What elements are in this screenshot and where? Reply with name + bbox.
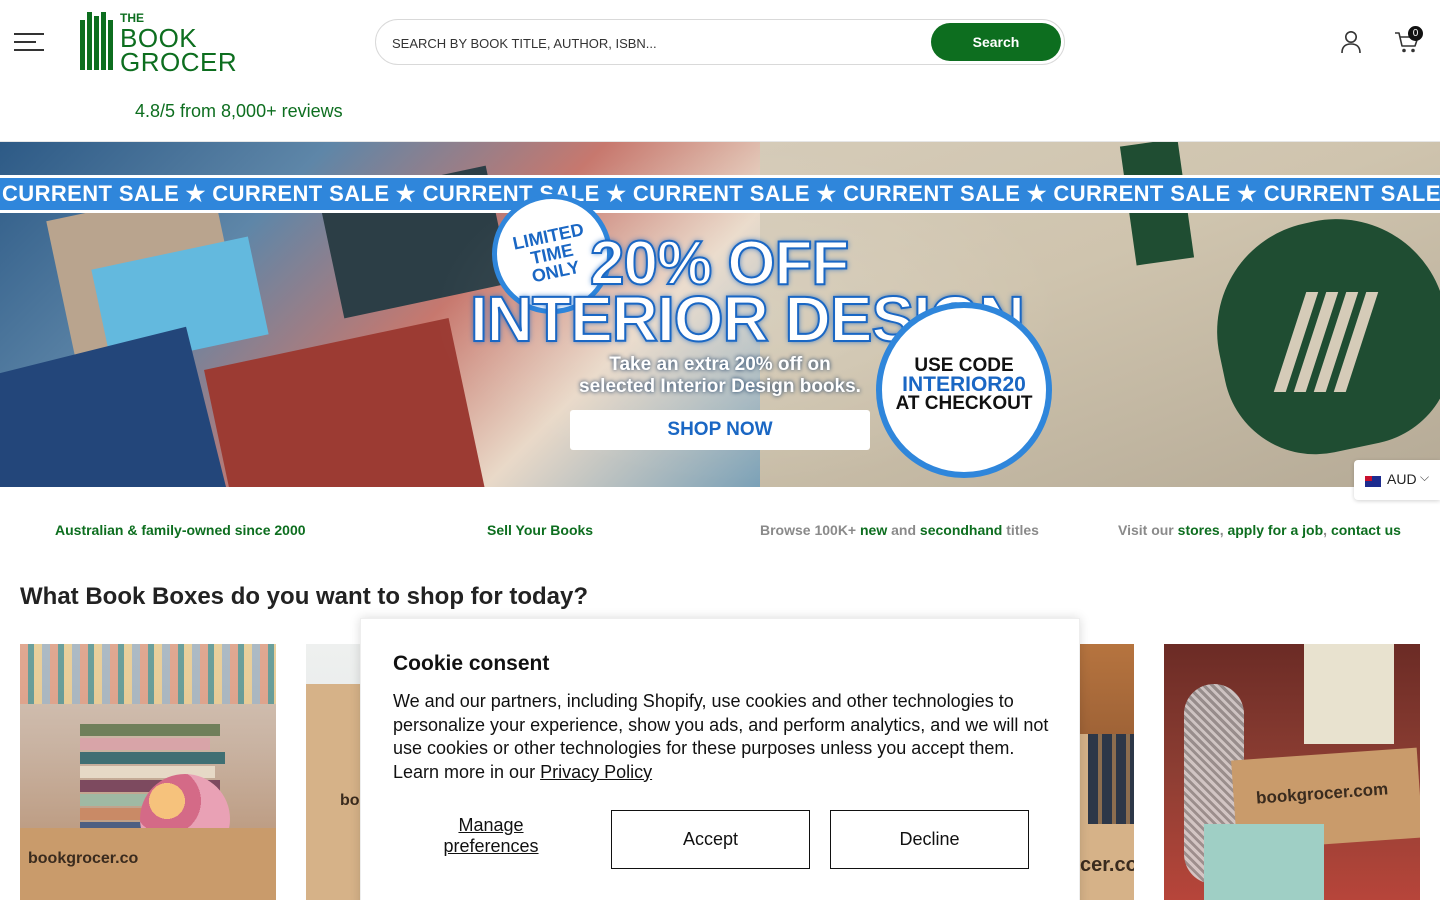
logo-wordmark: THE BOOK GROCER [120,12,237,75]
promo-banner[interactable]: CURRENT SALE ★ CURRENT SALE ★ CURRENT SA… [0,142,1440,487]
manage-preferences-button[interactable]: Manage preferences [411,815,571,857]
usp-family-owned-text: Australian & family-owned since 2000 [55,522,306,538]
chevron-down-icon: ⌵ [1420,470,1430,484]
tile-box-label: cer.co [1080,854,1134,876]
cookie-message: We and our partners, including Shopify, … [393,690,1053,784]
tile-gift-image [1204,824,1324,900]
privacy-policy-link[interactable]: Privacy Policy [540,762,652,782]
decline-button[interactable]: Decline [830,810,1029,869]
account-icon[interactable] [1340,30,1362,54]
page: THE BOOK GROCER 4.8/5 from 8,000+ review… [0,0,1440,900]
banner-subtext: Take an extra 20% off on selected Interi… [560,354,880,398]
usp-family-owned[interactable]: Australian & family-owned since 2000 [55,522,306,538]
promo-code-value: INTERIOR20 [902,373,1026,396]
banner-subtext-line-2: selected Interior Design books. [579,376,861,397]
usp-visit: Visit our stores, apply for a job, conta… [1118,522,1401,538]
sale-ticker-text: CURRENT SALE ★ CURRENT SALE ★ CURRENT SA… [2,181,1440,206]
menu-icon[interactable] [14,30,46,52]
contact-us-link[interactable]: contact us [1331,522,1401,538]
site-header: THE BOOK GROCER 4.8/5 from 8,000+ review… [0,0,1440,142]
usp-browse-titles: Browse 100K+ new and secondhand titles [760,522,1039,538]
section-title: What Book Boxes do you want to shop for … [20,583,588,610]
cookie-message-text: We and our partners, including Shopify, … [393,691,1049,782]
tile-box-label: bo [340,792,360,809]
apply-job-link[interactable]: apply for a job [1227,522,1323,538]
logo-bars-icon [80,12,116,70]
promo-code-line-3: AT CHECKOUT [895,393,1033,414]
tile-box-label: bookgrocer.co [28,850,139,867]
search-button[interactable]: Search [931,23,1061,61]
tile-bookshelf-image [20,644,276,704]
cart-count-badge: 0 [1408,26,1423,41]
sale-ticker: CURRENT SALE ★ CURRENT SALE ★ CURRENT SA… [0,175,1440,213]
banner-subtext-line-1: Take an extra 20% off on [609,354,831,375]
shop-now-button[interactable]: SHOP NOW [570,410,870,450]
usp-browse-middle: and [887,522,920,538]
secondhand-books-link[interactable]: secondhand [920,522,1002,538]
currency-selector[interactable]: AUD ⌵ [1354,460,1440,500]
stores-link[interactable]: stores [1178,522,1220,538]
usp-browse-prefix: Browse 100K+ [760,522,860,538]
book-box-tile[interactable]: bookgrocer.com [1164,644,1420,900]
cookie-consent-dialog: Cookie consent We and our partners, incl… [360,618,1080,900]
tile-book-stack-image [1088,734,1134,824]
logo-stripes-icon [1273,292,1380,392]
usp-sell-your-books-text: Sell Your Books [487,522,594,538]
logo-line-grocer: GROCER [120,47,238,77]
reviews-rating[interactable]: 4.8/5 from 8,000+ reviews [135,101,343,122]
site-logo[interactable]: THE BOOK GROCER [80,12,237,75]
new-books-link[interactable]: new [860,522,887,538]
search-bar: Search [375,19,1065,65]
currency-label: AUD [1387,471,1417,487]
usp-separator: , [1323,522,1331,538]
accept-button[interactable]: Accept [611,810,810,869]
tile-gift-image [1304,644,1394,744]
usp-browse-suffix: titles [1002,522,1039,538]
promo-code-badge: USE CODE INTERIOR20 AT CHECKOUT [876,302,1052,478]
usp-sell-your-books[interactable]: Sell Your Books [487,522,593,538]
usp-visit-prefix: Visit our [1118,522,1178,538]
cookie-title: Cookie consent [393,652,550,675]
search-input[interactable] [392,32,922,54]
australia-flag-icon [1365,476,1381,487]
book-box-tile[interactable]: bookgrocer.co [20,644,276,900]
